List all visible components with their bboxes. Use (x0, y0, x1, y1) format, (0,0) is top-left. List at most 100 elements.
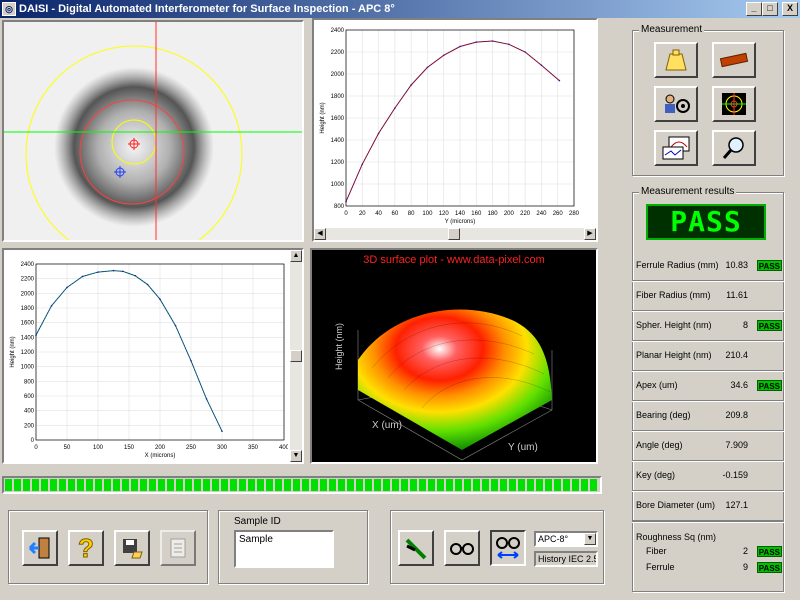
scroll-thumb[interactable] (448, 228, 460, 240)
separator (632, 430, 784, 431)
exit-button[interactable] (22, 530, 58, 566)
fit-line (345, 40, 560, 202)
progress-segment (518, 479, 525, 491)
x-tick-label: 150 (124, 445, 135, 451)
profile-tool-button[interactable] (654, 130, 698, 166)
data-point (221, 430, 223, 432)
report-document-icon (170, 538, 186, 558)
compare-glasses-button[interactable] (490, 530, 526, 566)
y-tick-label: 2200 (21, 277, 35, 283)
progress-segment (482, 479, 489, 491)
profile-select[interactable]: APC-8° ▼ (534, 531, 598, 547)
target-icon (722, 93, 746, 115)
weight-tool-button[interactable] (654, 42, 698, 78)
y-profile-chart-panel: 0 20 40 60 80 100 120 140 160 180 200 220 240 260 280 2… (312, 18, 598, 242)
progress-segment (167, 479, 174, 491)
separator (632, 310, 784, 311)
x-tick-label: 200 (155, 445, 166, 451)
save-button[interactable] (114, 530, 150, 566)
scroll-right-arrow[interactable]: ▶ (584, 228, 596, 240)
result-value: 127.1 (725, 500, 748, 510)
ruler-tool-button[interactable] (712, 42, 756, 78)
data-point (491, 40, 494, 42)
ruler-icon (719, 52, 749, 68)
progress-segment (365, 479, 372, 491)
data-point (159, 298, 161, 300)
separator (632, 460, 784, 461)
x-tick-label: 180 (488, 211, 499, 217)
progress-segment (104, 479, 111, 491)
progress-segment (239, 479, 246, 491)
close-button[interactable]: X (782, 2, 798, 16)
data-point (35, 334, 37, 336)
progress-segment (473, 479, 480, 491)
data-point (81, 275, 84, 278)
scroll-down-arrow[interactable]: ▼ (290, 450, 302, 462)
progress-segment (275, 479, 282, 491)
progress-segment (59, 479, 66, 491)
progress-segment (194, 479, 201, 491)
scroll-thumb[interactable] (290, 350, 302, 362)
progress-segment (545, 479, 552, 491)
data-point (524, 51, 526, 53)
y-axis-label: Y (um) (508, 442, 538, 453)
progress-segment (14, 479, 21, 491)
progress-segment (212, 479, 219, 491)
surface-plot-panel[interactable]: 3D surface plot - www.data-pixel.com Hei… (310, 248, 598, 464)
y-tick-label: 600 (24, 394, 35, 400)
maximize-button[interactable]: □ (762, 2, 778, 16)
result-value: 34.6 (730, 380, 748, 390)
x-tick-label: 50 (64, 445, 71, 451)
x-tick-label: 260 (553, 211, 564, 217)
y-tick-label: 2400 (331, 28, 345, 34)
cleaning-tool-button[interactable] (398, 530, 434, 566)
x-profile-vscroll[interactable]: ▲ ▼ (290, 250, 302, 462)
data-point (190, 360, 192, 362)
y-tick-label: 200 (24, 423, 35, 429)
inspect-glasses-button[interactable] (444, 530, 480, 566)
data-point (122, 270, 124, 273)
data-point (475, 41, 478, 43)
progress-segment (329, 479, 336, 491)
progress-segment (140, 479, 147, 491)
progress-segment (581, 479, 588, 491)
x-tick-label: 350 (248, 445, 259, 451)
minimize-button[interactable]: _ (746, 2, 762, 16)
progress-segment (77, 479, 84, 491)
y-axis-label: Height (nm) (320, 102, 326, 133)
data-point (146, 283, 149, 286)
glasses-icon (450, 543, 474, 555)
sample-id-input[interactable]: Sample (234, 530, 334, 568)
data-point (459, 45, 461, 48)
y-tick-label: 1600 (331, 116, 345, 122)
history-standard-box[interactable]: History IEC 2.5m (534, 551, 598, 567)
profile-select-value: APC-8° (538, 534, 569, 544)
progress-segment (554, 479, 561, 491)
data-point (50, 305, 53, 307)
y-profile-hscroll[interactable]: ◀ ▶ (314, 228, 596, 240)
help-question-icon: ? (78, 532, 95, 563)
progress-segment (266, 479, 273, 491)
progress-segment (32, 479, 39, 491)
chevron-down-icon[interactable]: ▼ (584, 533, 596, 545)
data-point (508, 43, 510, 46)
operator-tool-button[interactable] (654, 86, 698, 122)
x-tick-label: 160 (471, 211, 482, 217)
help-button[interactable]: ? (68, 530, 104, 566)
progress-segment (230, 479, 237, 491)
scroll-left-arrow[interactable]: ◀ (314, 228, 326, 240)
x-tick-label: 20 (359, 211, 366, 217)
result-label: Ferrule Radius (mm) (636, 260, 719, 270)
progress-segment (356, 479, 363, 491)
y-tick-label: 2200 (331, 50, 345, 56)
result-label: Apex (um) (636, 380, 678, 390)
scroll-up-arrow[interactable]: ▲ (290, 250, 302, 262)
target-tool-button[interactable] (712, 86, 756, 122)
interferogram-view[interactable] (2, 20, 304, 242)
operator-icon (665, 94, 690, 113)
zoom-tool-button[interactable] (712, 130, 756, 166)
roughness-label: Roughness Sq (nm) (636, 532, 717, 542)
y-tick-label: 1000 (21, 365, 35, 371)
result-row: Key (deg) -0.159 (636, 470, 782, 484)
report-button[interactable] (160, 530, 196, 566)
